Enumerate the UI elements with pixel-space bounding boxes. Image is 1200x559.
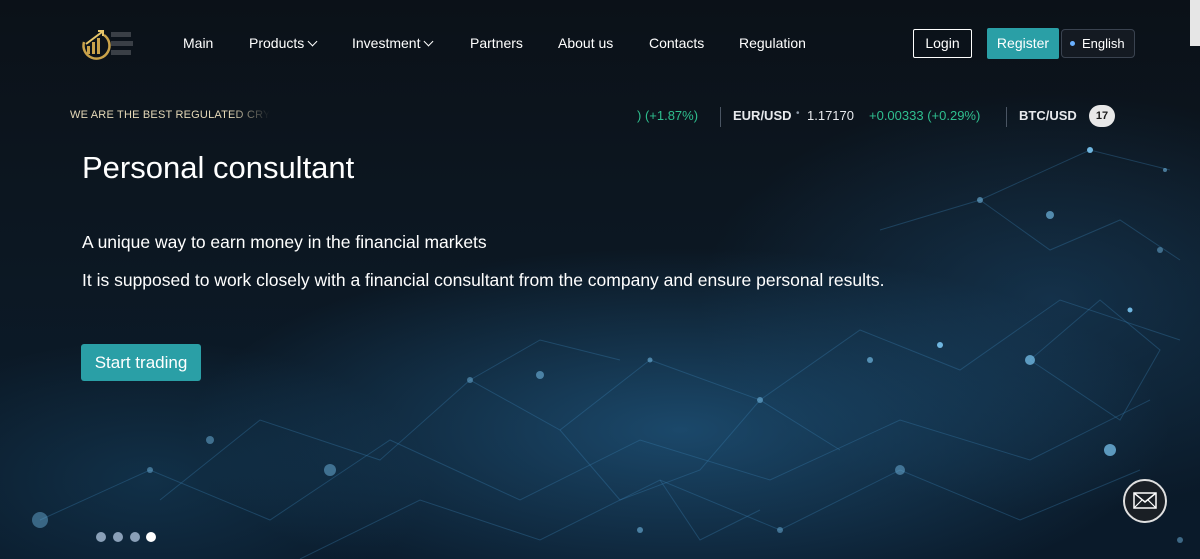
hero-description: It is supposed to work closely with a fi… [82,270,885,290]
envelope-icon [1133,492,1157,509]
hero-subtitle: A unique way to earn money in the financ… [82,232,487,252]
slider-dot[interactable] [96,532,106,542]
register-button[interactable]: Register [987,28,1059,59]
nav-investment-label: Investment [352,35,421,51]
language-dot-icon [1070,41,1075,46]
slider-dot[interactable] [113,532,123,542]
slider-dot[interactable] [130,532,140,542]
hero-title: Personal consultant [82,150,355,185]
market-status-dot-icon: • [796,108,800,119]
nav-about-us[interactable]: About us [558,35,613,51]
nav-main[interactable]: Main [183,35,213,51]
ticker-separator [720,107,721,127]
ticker-prev-change: ) (+1.87%) [637,108,699,123]
nav-investment[interactable]: Investment [352,35,434,51]
ticker-symbol: BTC/USD [1019,108,1077,123]
price-ticker[interactable]: ) (+1.87%) EUR/USD • 1.17170 +0.00333 (+… [637,107,1127,127]
nav-contacts-label: Contacts [649,35,705,51]
language-selector[interactable]: English [1061,29,1135,58]
ticker-price: 1.17170 [807,108,854,123]
start-trading-button[interactable]: Start trading [81,344,201,381]
nav-partners-label: Partners [470,35,523,51]
slider-dot-active[interactable] [146,532,156,542]
nav-about-us-label: About us [558,35,614,51]
ticker-symbol: EUR/USD [733,108,792,123]
ticker-separator [1006,107,1007,127]
ticker-change: +0.00333 (+0.29%) [869,108,981,123]
nav-regulation-label: Regulation [739,35,806,51]
contact-mail-button[interactable] [1123,479,1167,523]
login-button[interactable]: Login [913,29,972,58]
language-label: English [1082,36,1125,51]
nav-contacts[interactable]: Contacts [649,35,704,51]
nav-products-label: Products [249,35,305,51]
nav-regulation[interactable]: Regulation [739,35,806,51]
announcement-marquee: WE ARE THE BEST REGULATED CRYPTO [70,109,270,121]
nav-main-label: Main [183,35,214,51]
tradingview-logo-icon[interactable]: 17 [1089,105,1115,127]
growth-chart-logo-icon[interactable] [78,26,148,64]
chevron-down-icon [424,36,434,47]
chevron-down-icon [307,36,318,47]
top-navigation: Main Products Investment Partners About … [0,0,1200,88]
nav-products[interactable]: Products [249,35,318,51]
nav-partners[interactable]: Partners [470,35,523,51]
